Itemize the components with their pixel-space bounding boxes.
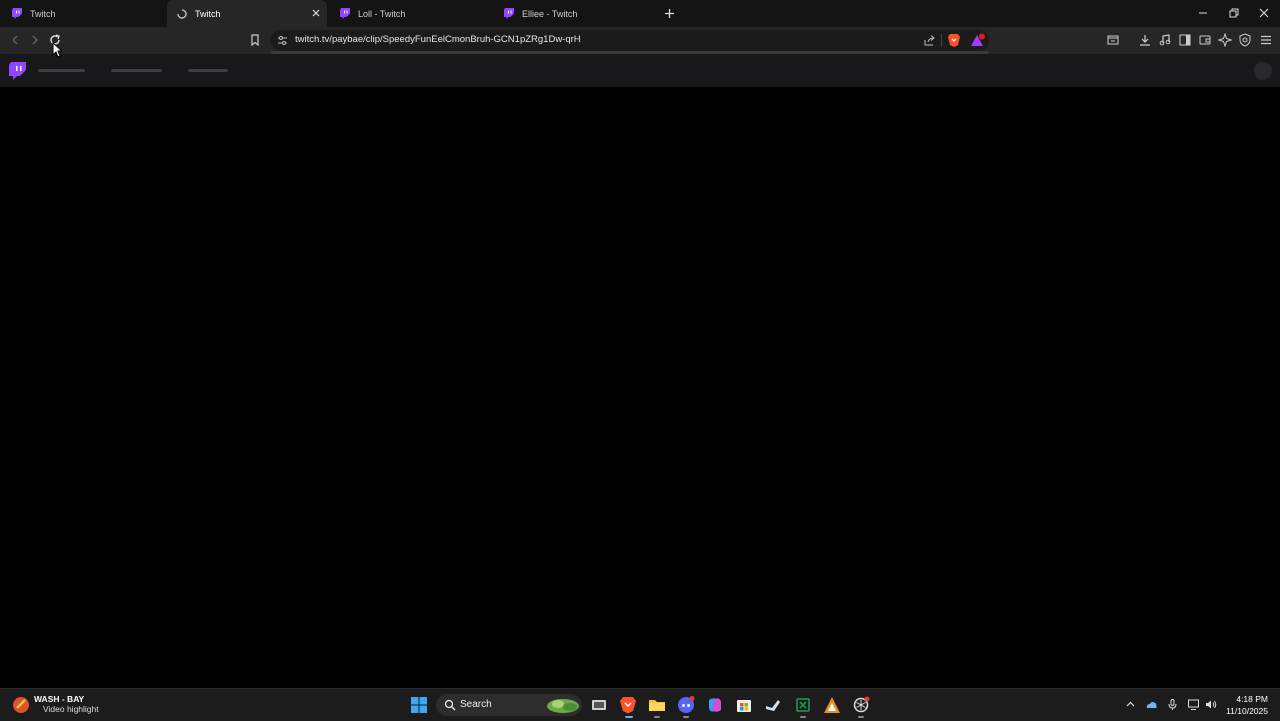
running-indicator [654, 716, 660, 718]
browser-toolbar: twitch.tv/paybae/clip/SpeedyFunEelCmonBr… [0, 27, 1280, 54]
vpn-icon[interactable] [1238, 33, 1252, 47]
affinity-icon[interactable] [823, 696, 841, 714]
tab-search-icon[interactable] [1106, 33, 1120, 47]
tab-label: Elliee - Twitch [522, 8, 578, 19]
tab-label: Twitch [195, 8, 221, 19]
onedrive-icon[interactable] [1145, 698, 1158, 711]
system-clock[interactable]: 4:18 PM 11/10/2025 [1224, 693, 1268, 717]
loading-spinner-icon [176, 8, 187, 19]
divider [941, 34, 942, 47]
twitch-top-nav [0, 54, 1280, 88]
steam-icon[interactable] [764, 696, 782, 714]
taskbar-search[interactable]: Search [436, 694, 582, 716]
leo-ai-icon[interactable] [1218, 33, 1232, 47]
running-indicator [683, 716, 689, 718]
brave-browser-icon[interactable] [619, 696, 637, 714]
clock-date: 11/10/2025 [1226, 706, 1268, 716]
media-controls-icon[interactable] [1158, 33, 1172, 47]
tab-label: Twitch [30, 8, 56, 19]
running-indicator [858, 716, 864, 718]
brave-shields-icon[interactable] [947, 33, 961, 48]
twitch-logo-icon[interactable] [9, 62, 26, 80]
widget-notification[interactable]: WASH - BAY Video highlight [12, 694, 99, 715]
discord-icon[interactable] [677, 696, 695, 714]
back-icon[interactable] [8, 33, 22, 47]
twitch-favicon-icon [503, 8, 514, 19]
restore-icon[interactable] [1228, 7, 1240, 19]
close-tab-icon[interactable] [311, 8, 321, 18]
close-window-icon[interactable] [1258, 7, 1270, 19]
volume-icon[interactable] [1204, 698, 1217, 711]
tab-loll[interactable]: Loll - Twitch [330, 0, 492, 27]
tab-elliee[interactable]: Elliee - Twitch [494, 0, 656, 27]
nav-placeholder [38, 69, 85, 72]
windows-start-icon[interactable] [410, 696, 428, 714]
nav-placeholder [111, 69, 162, 72]
wash-bay-icon [12, 696, 30, 714]
running-indicator [625, 716, 633, 718]
show-hidden-icons-chevron-icon[interactable] [1124, 698, 1137, 711]
brave-rewards-icon[interactable] [970, 33, 986, 48]
file-explorer-icon[interactable] [648, 696, 666, 714]
search-highlight-icon [546, 695, 580, 715]
bookmark-icon[interactable] [248, 33, 262, 47]
tab-twitch-1[interactable]: Twitch [0, 0, 164, 27]
avatar-placeholder [1254, 62, 1272, 80]
taskbar: WASH - BAY Video highlight Search 4:18 P… [0, 688, 1280, 721]
excel-icon[interactable] [794, 696, 812, 714]
twitch-favicon-icon [339, 8, 350, 19]
sidebar-icon[interactable] [1178, 33, 1192, 47]
downloads-icon[interactable] [1138, 33, 1152, 47]
wallet-icon[interactable] [1198, 33, 1212, 47]
minimize-icon[interactable] [1197, 7, 1209, 19]
new-tab-icon[interactable] [663, 7, 676, 20]
menu-icon[interactable] [1259, 33, 1273, 47]
address-bar[interactable]: twitch.tv/paybae/clip/SpeedyFunEelCmonBr… [271, 30, 989, 51]
share-icon[interactable] [923, 34, 936, 47]
network-icon[interactable] [1187, 698, 1200, 711]
notification-subtitle: Video highlight [43, 704, 99, 714]
notification-title: WASH - BAY [34, 694, 85, 704]
site-settings-icon[interactable] [277, 35, 288, 46]
tab-strip: Twitch Twitch Loll - Twitch Elliee - Twi… [0, 0, 1280, 27]
tab-label: Loll - Twitch [358, 8, 406, 19]
running-indicator [800, 716, 806, 718]
search-icon [444, 699, 456, 711]
task-view-icon[interactable] [590, 696, 608, 714]
tab-twitch-active[interactable]: Twitch [167, 0, 327, 27]
clock-time: 4:18 PM [1236, 694, 1268, 704]
nav-placeholder [188, 69, 228, 72]
page-content [0, 88, 1280, 688]
mouse-cursor-icon [52, 42, 62, 58]
url-text[interactable]: twitch.tv/paybae/clip/SpeedyFunEelCmonBr… [295, 34, 581, 45]
microsoft-store-icon[interactable] [735, 696, 753, 714]
forward-icon[interactable] [28, 33, 42, 47]
microphone-icon[interactable] [1166, 698, 1179, 711]
chatgpt-icon[interactable] [852, 696, 870, 714]
twitch-favicon-icon [11, 8, 22, 19]
copilot-icon[interactable] [706, 696, 724, 714]
search-label: Search [460, 699, 492, 710]
